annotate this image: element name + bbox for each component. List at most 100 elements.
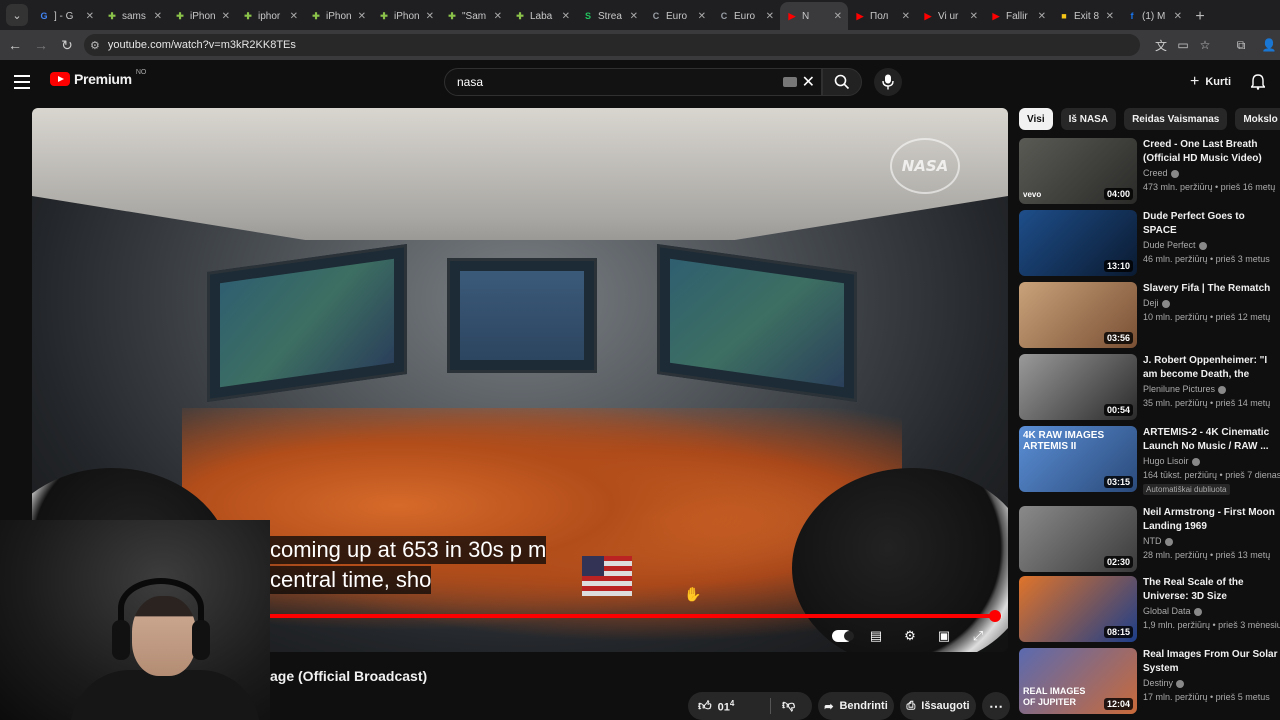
search-input[interactable]: nasa ✕ bbox=[444, 68, 822, 96]
channel-name[interactable]: Plenilune Pictures bbox=[1143, 384, 1227, 394]
browser-tab[interactable]: ✚ sams ✕ bbox=[100, 2, 168, 30]
channel-name[interactable]: Global Data bbox=[1143, 606, 1202, 616]
browser-tab[interactable]: C Euro ✕ bbox=[712, 2, 780, 30]
browser-tab[interactable]: ✚ Laba ✕ bbox=[508, 2, 576, 30]
clear-search-icon[interactable]: ✕ bbox=[802, 72, 815, 92]
browser-tab[interactable]: C Euro ✕ bbox=[644, 2, 712, 30]
keyboard-icon[interactable] bbox=[783, 77, 797, 87]
channel-name[interactable]: Dude Perfect bbox=[1143, 240, 1207, 250]
new-tab-button[interactable]: + bbox=[1188, 4, 1212, 30]
address-bar[interactable]: ⚙ youtube.com/watch?v=m3kR2KK8TEs bbox=[84, 34, 1140, 56]
subtitles-icon[interactable]: ▤ bbox=[866, 626, 886, 646]
bookmark-star-icon[interactable]: ☆ bbox=[1194, 34, 1216, 56]
tab-close-icon[interactable]: ✕ bbox=[970, 11, 978, 22]
recommendation-item[interactable]: 08:15 The Real Scale of the Universe: 3D … bbox=[1019, 576, 1280, 642]
tab-close-icon[interactable]: ✕ bbox=[766, 11, 774, 22]
tab-close-icon[interactable]: ✕ bbox=[1038, 11, 1046, 22]
channel-name[interactable]: NTD bbox=[1143, 536, 1173, 546]
miniplayer-icon[interactable]: ▣ bbox=[934, 626, 954, 646]
recommendation-item[interactable]: 00:54 J. Robert Oppenheimer: "I am become… bbox=[1019, 354, 1280, 420]
recommendation-title[interactable]: Neil Armstrong - First Moon Landing 1969 bbox=[1143, 506, 1280, 534]
browser-tab[interactable]: ▶ Пол ✕ bbox=[848, 2, 916, 30]
browser-tab[interactable]: S Strea ✕ bbox=[576, 2, 644, 30]
search-button[interactable] bbox=[822, 68, 862, 96]
recommendation-title[interactable]: Slavery Fifa | The Rematch bbox=[1143, 282, 1280, 296]
tab-close-icon[interactable]: ✕ bbox=[358, 11, 366, 22]
tab-close-icon[interactable]: ✕ bbox=[902, 11, 910, 22]
tab-close-icon[interactable]: ✕ bbox=[222, 11, 230, 22]
back-icon[interactable]: ← bbox=[2, 32, 28, 58]
recommendation-item[interactable]: 02:30 Neil Armstrong - First Moon Landing… bbox=[1019, 506, 1280, 572]
fullscreen-icon[interactable]: ⤢ bbox=[968, 626, 988, 646]
browser-tab[interactable]: ▶ Fallir ✕ bbox=[984, 2, 1052, 30]
more-actions-icon[interactable]: ⋯ bbox=[982, 692, 1010, 720]
translate-icon[interactable]: 文 bbox=[1150, 34, 1172, 56]
progress-bar[interactable] bbox=[270, 610, 1002, 622]
forward-icon[interactable]: → bbox=[28, 32, 54, 58]
video-thumbnail[interactable]: 08:15 bbox=[1019, 576, 1137, 642]
save-button[interactable]: ⎙ Išsaugoti bbox=[900, 692, 976, 720]
recommendation-item[interactable]: 4K RAW IMAGES ARTEMIS II 03:15 ARTEMIS-2 -… bbox=[1019, 426, 1280, 495]
video-thumbnail[interactable]: 02:30 bbox=[1019, 506, 1137, 572]
browser-tab[interactable]: ✚ "Sam ✕ bbox=[440, 2, 508, 30]
extensions-icon[interactable]: ⧉ bbox=[1230, 34, 1252, 56]
channel-name[interactable]: Hugo Lisoir bbox=[1143, 456, 1200, 466]
tab-close-icon[interactable]: ✕ bbox=[1106, 11, 1114, 22]
tab-close-icon[interactable]: ✕ bbox=[290, 11, 298, 22]
tab-close-icon[interactable]: ✕ bbox=[834, 11, 842, 22]
channel-name[interactable]: Destiny bbox=[1143, 678, 1185, 688]
voice-search-button[interactable] bbox=[874, 68, 902, 96]
thumbs-down-icon[interactable]: 👎︎ bbox=[782, 697, 795, 713]
cast-icon[interactable]: ▭ bbox=[1172, 34, 1194, 56]
channel-name[interactable]: Creed bbox=[1143, 168, 1179, 178]
channel-name[interactable]: Deji bbox=[1143, 298, 1170, 308]
video-thumbnail[interactable]: 13:10 bbox=[1019, 210, 1137, 276]
recommendation-item[interactable]: 13:10 Dude Perfect Goes to SPACE Dude Perf… bbox=[1019, 210, 1280, 276]
recommendation-title[interactable]: ARTEMIS-2 - 4K Cinematic Launch No Music… bbox=[1143, 426, 1280, 454]
tab-close-icon[interactable]: ✕ bbox=[154, 11, 162, 22]
recommendation-title[interactable]: Creed - One Last Breath (Official HD Mus… bbox=[1143, 138, 1280, 166]
filter-chip[interactable]: Reidas Vaismanas bbox=[1124, 108, 1228, 130]
youtube-logo[interactable]: Premium NO bbox=[50, 69, 146, 87]
filter-chip[interactable]: Mokslo bbox=[1235, 108, 1280, 130]
tab-close-icon[interactable]: ✕ bbox=[494, 11, 502, 22]
tab-close-icon[interactable]: ✕ bbox=[1174, 11, 1182, 22]
browser-tab[interactable]: ✚ iphor ✕ bbox=[236, 2, 304, 30]
browser-tab[interactable]: ▶ Vi ur ✕ bbox=[916, 2, 984, 30]
video-thumbnail[interactable]: vevo 04:00 bbox=[1019, 138, 1137, 204]
filter-chip[interactable]: Visi bbox=[1019, 108, 1053, 130]
browser-tab[interactable]: f (1) M ✕ bbox=[1120, 2, 1188, 30]
menu-icon[interactable] bbox=[14, 71, 36, 93]
notifications-bell-icon[interactable] bbox=[1248, 72, 1268, 92]
tab-close-icon[interactable]: ✕ bbox=[698, 11, 706, 22]
tab-close-icon[interactable]: ✕ bbox=[426, 11, 434, 22]
recommendation-title[interactable]: The Real Scale of the Universe: 3D Size … bbox=[1143, 576, 1280, 604]
video-thumbnail[interactable]: 4K RAW IMAGES ARTEMIS II 03:15 bbox=[1019, 426, 1137, 492]
reload-icon[interactable]: ↻ bbox=[54, 32, 80, 58]
browser-tab[interactable]: G] - G ✕ bbox=[32, 2, 100, 30]
share-button[interactable]: ➦ Bendrinti bbox=[818, 692, 894, 720]
filter-chip[interactable]: Iš NASA bbox=[1060, 108, 1117, 130]
tab-close-icon[interactable]: ✕ bbox=[86, 11, 94, 22]
like-button[interactable]: 👍︎ 014 bbox=[698, 698, 734, 714]
browser-tab[interactable]: ✚ iPhon ✕ bbox=[372, 2, 440, 30]
profile-icon[interactable]: 👤 bbox=[1258, 34, 1280, 56]
video-thumbnail[interactable]: REAL IMAGES OF JUPITER 12:04 bbox=[1019, 648, 1137, 714]
autoplay-toggle[interactable] bbox=[832, 626, 854, 646]
recommendation-title[interactable]: Dude Perfect Goes to SPACE bbox=[1143, 210, 1280, 238]
recommendation-item[interactable]: vevo 04:00 Creed - One Last Breath (Offici… bbox=[1019, 138, 1280, 204]
settings-gear-icon[interactable]: ⚙ bbox=[900, 626, 920, 646]
browser-tab[interactable]: ■ Exit 8 ✕ bbox=[1052, 2, 1120, 30]
recommendation-title[interactable]: Real Images From Our Solar System bbox=[1143, 648, 1280, 676]
site-info-icon[interactable]: ⚙ bbox=[90, 39, 100, 52]
browser-tab[interactable]: ▶ N ✕ bbox=[780, 2, 848, 30]
tab-search-button[interactable]: ⌄ bbox=[6, 4, 28, 26]
browser-tab[interactable]: ✚ iPhon ✕ bbox=[168, 2, 236, 30]
create-button[interactable]: + Kurti bbox=[1180, 70, 1241, 94]
tab-close-icon[interactable]: ✕ bbox=[562, 11, 570, 22]
progress-scrubber[interactable] bbox=[988, 610, 1001, 622]
browser-tab[interactable]: ✚ iPhon ✕ bbox=[304, 2, 372, 30]
video-thumbnail[interactable]: 03:56 bbox=[1019, 282, 1137, 348]
recommendation-item[interactable]: 03:56 Slavery Fifa | The Rematch Deji 10 ml… bbox=[1019, 282, 1280, 348]
tab-close-icon[interactable]: ✕ bbox=[630, 11, 638, 22]
